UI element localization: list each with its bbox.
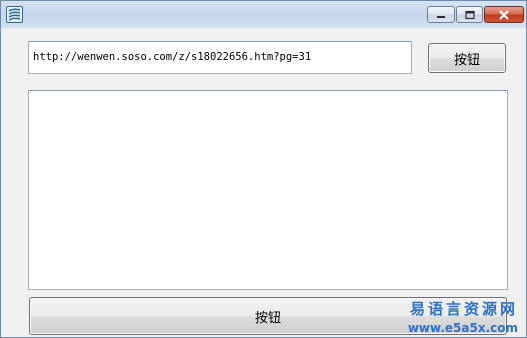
watermark-url: www.e5a5x.com bbox=[407, 321, 518, 335]
close-button[interactable] bbox=[484, 6, 524, 23]
output-textarea[interactable] bbox=[28, 90, 508, 290]
title-bar[interactable] bbox=[1, 1, 526, 29]
url-input[interactable]: http://wenwen.soso.com/z/s18022656.htm?p… bbox=[28, 41, 412, 74]
close-icon bbox=[499, 9, 509, 20]
minimize-icon bbox=[437, 15, 445, 18]
app-window: http://wenwen.soso.com/z/s18022656.htm?p… bbox=[0, 0, 527, 338]
maximize-icon bbox=[464, 10, 475, 19]
maximize-button[interactable] bbox=[456, 6, 483, 23]
watermark: 易语言资源网 www.e5a5x.com bbox=[408, 298, 518, 335]
app-icon[interactable] bbox=[6, 6, 23, 23]
top-action-button[interactable]: 按钮 bbox=[428, 43, 506, 73]
minimize-button[interactable] bbox=[427, 6, 455, 23]
watermark-title: 易语言资源网 bbox=[409, 300, 518, 318]
